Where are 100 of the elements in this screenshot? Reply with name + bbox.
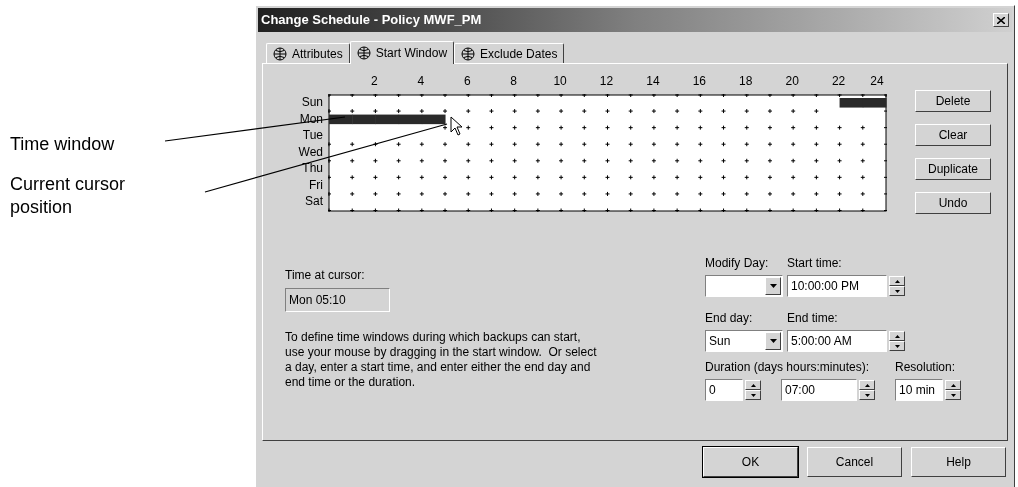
spin-buttons[interactable] — [745, 380, 761, 400]
time-slot-mark[interactable] — [328, 141, 332, 147]
time-slot-mark[interactable] — [488, 174, 494, 180]
time-slot-mark[interactable] — [790, 191, 796, 197]
time-slot-mark[interactable] — [744, 125, 750, 131]
time-slot-mark[interactable] — [767, 141, 773, 147]
time-slot-mark[interactable] — [813, 208, 819, 212]
action-button[interactable]: Delete — [915, 90, 991, 112]
time-slot-mark[interactable] — [558, 191, 564, 197]
time-slot-mark[interactable] — [674, 108, 680, 114]
time-slot-mark[interactable] — [535, 191, 541, 197]
time-slot-mark[interactable] — [349, 174, 355, 180]
time-slot-mark[interactable] — [605, 158, 610, 164]
time-slot-mark[interactable] — [697, 158, 703, 164]
time-slot-mark[interactable] — [697, 174, 703, 180]
spin-buttons[interactable] — [889, 276, 905, 296]
spin-buttons[interactable] — [889, 331, 905, 351]
time-slot-mark[interactable] — [605, 174, 610, 180]
time-slot-mark[interactable] — [813, 158, 819, 164]
time-slot-mark[interactable] — [396, 158, 402, 164]
time-slot-mark[interactable] — [535, 208, 541, 212]
time-slot-mark[interactable] — [581, 158, 587, 164]
time-slot-mark[interactable] — [488, 108, 494, 114]
time-slot-mark[interactable] — [558, 108, 564, 114]
time-window-slot[interactable] — [329, 114, 353, 125]
time-slot-mark[interactable] — [813, 125, 819, 131]
time-slot-mark[interactable] — [396, 108, 402, 114]
time-slot-mark[interactable] — [349, 108, 355, 114]
time-slot-mark[interactable] — [512, 174, 518, 180]
time-slot-mark[interactable] — [372, 108, 378, 114]
time-slot-mark[interactable] — [419, 141, 425, 147]
time-slot-mark[interactable] — [697, 191, 703, 197]
time-slot-mark[interactable] — [372, 141, 378, 147]
time-slot-mark[interactable] — [558, 208, 564, 212]
time-slot-mark[interactable] — [581, 125, 587, 131]
time-slot-mark[interactable] — [535, 174, 541, 180]
time-slot-mark[interactable] — [512, 141, 518, 147]
time-slot-mark[interactable] — [419, 191, 425, 197]
time-slot-mark[interactable] — [465, 141, 471, 147]
dialog-button[interactable]: Help — [911, 447, 1006, 477]
spin-buttons[interactable] — [945, 380, 961, 400]
time-slot-mark[interactable] — [860, 141, 866, 147]
time-slot-mark[interactable] — [744, 208, 750, 212]
time-slot-mark[interactable] — [790, 141, 796, 147]
time-slot-mark[interactable] — [790, 125, 796, 131]
time-slot-mark[interactable] — [442, 108, 448, 114]
time-slot-mark[interactable] — [396, 208, 402, 212]
end-time-field[interactable]: 5:00:00 AM — [787, 330, 887, 352]
time-slot-mark[interactable] — [372, 174, 378, 180]
time-slot-mark[interactable] — [328, 158, 332, 164]
time-slot-mark[interactable] — [328, 191, 332, 197]
time-slot-mark[interactable] — [628, 191, 634, 197]
time-slot-mark[interactable] — [697, 208, 703, 212]
time-slot-mark[interactable] — [419, 108, 425, 114]
time-slot-mark[interactable] — [744, 174, 750, 180]
time-slot-mark[interactable] — [651, 158, 657, 164]
time-slot-mark[interactable] — [349, 191, 355, 197]
time-slot-mark[interactable] — [465, 125, 471, 131]
time-slot-mark[interactable] — [396, 141, 402, 147]
time-slot-mark[interactable] — [512, 158, 518, 164]
time-slot-mark[interactable] — [442, 174, 448, 180]
time-slot-mark[interactable] — [535, 158, 541, 164]
time-slot-mark[interactable] — [442, 191, 448, 197]
time-slot-mark[interactable] — [744, 141, 750, 147]
time-slot-mark[interactable] — [651, 191, 657, 197]
time-slot-mark[interactable] — [837, 141, 843, 147]
time-slot-mark[interactable] — [767, 125, 773, 131]
time-slot-mark[interactable] — [581, 208, 587, 212]
time-slot-mark[interactable] — [697, 108, 703, 114]
time-slot-mark[interactable] — [837, 174, 843, 180]
time-slot-mark[interactable] — [442, 141, 448, 147]
time-slot-mark[interactable] — [721, 208, 727, 212]
time-slot-mark[interactable] — [512, 191, 518, 197]
time-slot-mark[interactable] — [674, 208, 680, 212]
time-slot-mark[interactable] — [349, 208, 355, 212]
dialog-button[interactable]: OK — [703, 447, 798, 477]
start-time-field[interactable]: 10:00:00 PM — [787, 275, 887, 297]
dialog-button[interactable]: Cancel — [807, 447, 902, 477]
time-slot-mark[interactable] — [790, 158, 796, 164]
time-slot-mark[interactable] — [721, 108, 727, 114]
time-slot-mark[interactable] — [697, 141, 703, 147]
time-slot-mark[interactable] — [419, 174, 425, 180]
time-slot-mark[interactable] — [558, 125, 564, 131]
time-slot-mark[interactable] — [465, 191, 471, 197]
time-window-slot[interactable] — [352, 114, 376, 125]
time-slot-mark[interactable] — [860, 125, 866, 131]
time-slot-mark[interactable] — [721, 174, 727, 180]
time-slot-mark[interactable] — [558, 141, 564, 147]
time-slot-mark[interactable] — [767, 174, 773, 180]
time-slot-mark[interactable] — [512, 125, 518, 131]
close-icon[interactable] — [993, 13, 1009, 27]
time-slot-mark[interactable] — [674, 158, 680, 164]
time-slot-mark[interactable] — [721, 125, 727, 131]
time-slot-mark[interactable] — [837, 191, 843, 197]
time-slot-mark[interactable] — [767, 158, 773, 164]
time-window-slot[interactable] — [839, 98, 864, 108]
time-slot-mark[interactable] — [674, 191, 680, 197]
time-slot-mark[interactable] — [697, 125, 703, 131]
time-slot-mark[interactable] — [488, 191, 494, 197]
time-slot-mark[interactable] — [465, 208, 471, 212]
